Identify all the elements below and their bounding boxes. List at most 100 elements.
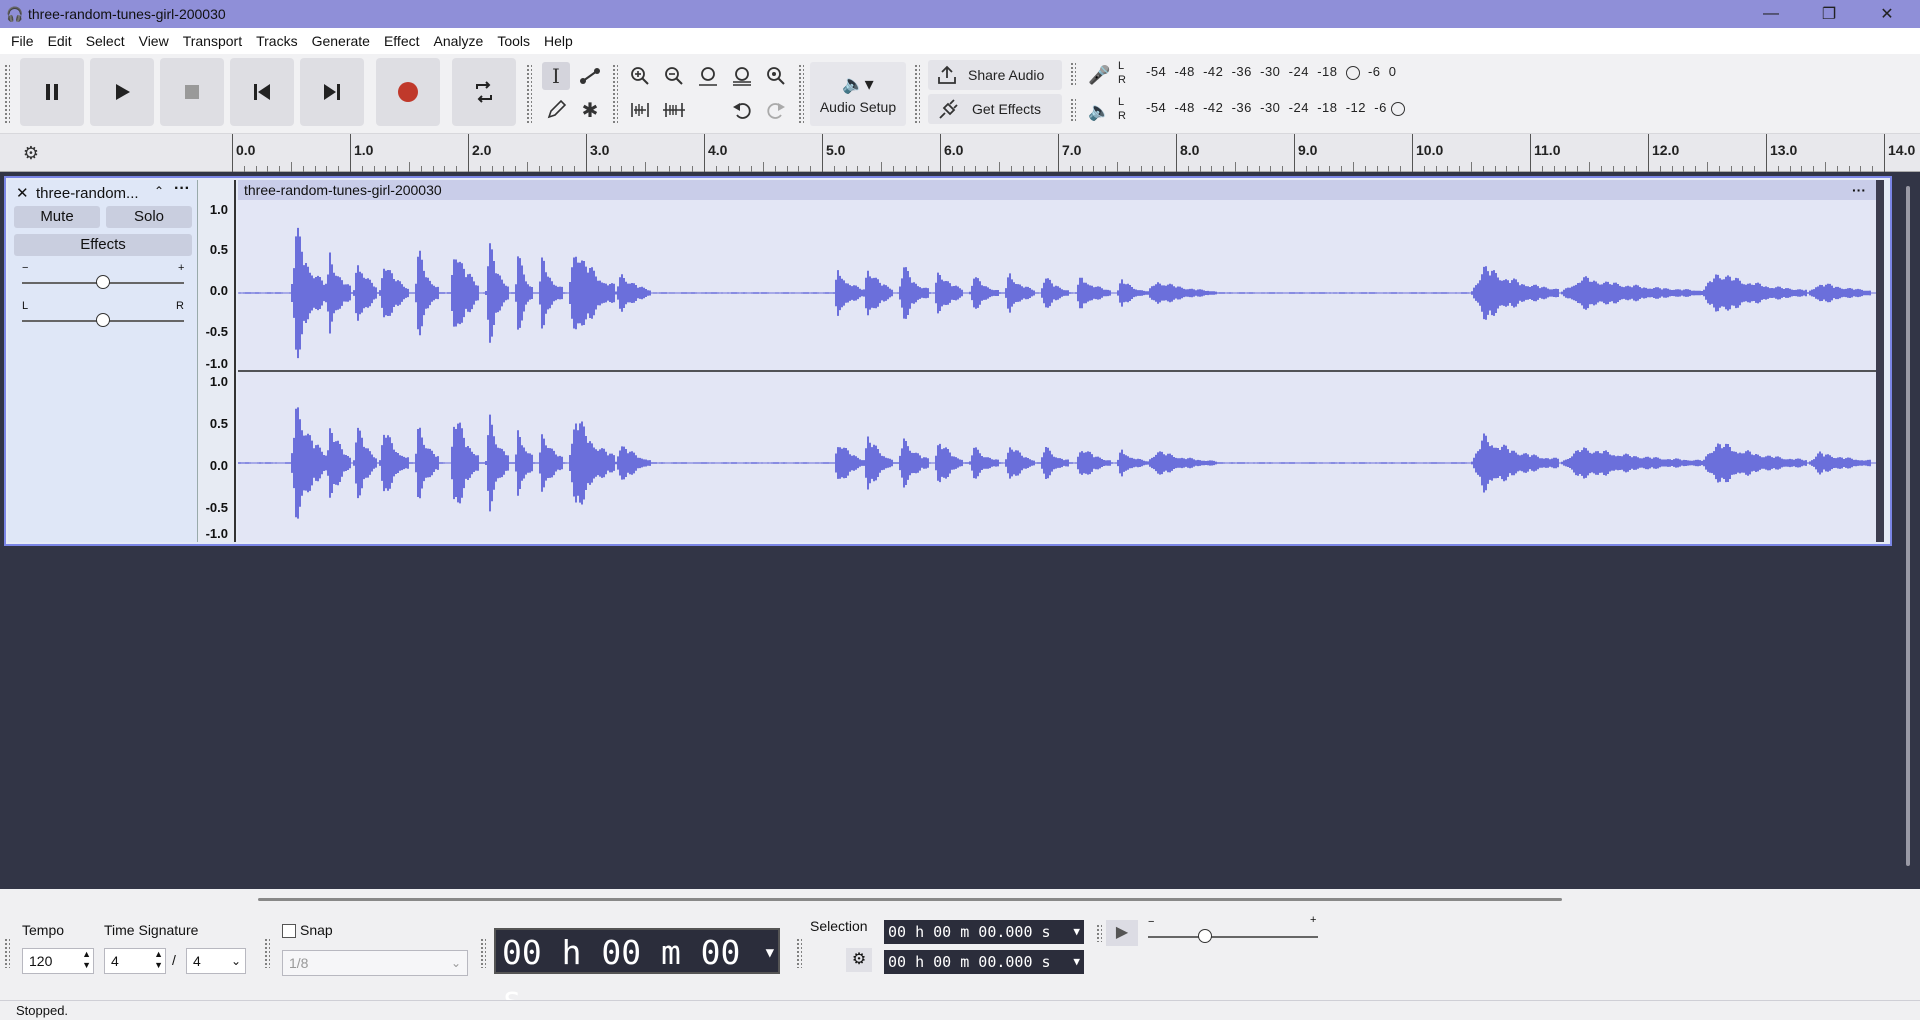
skip-to-end-button[interactable] — [300, 58, 364, 126]
undo-button[interactable] — [728, 96, 756, 124]
zoom-out-button[interactable] — [660, 62, 688, 90]
play-icon: ▶ — [1115, 924, 1129, 941]
selection-tool-button[interactable]: I — [542, 62, 570, 90]
silence-icon — [663, 103, 685, 117]
menu-tools[interactable]: Tools — [490, 28, 537, 54]
zoom-toggle-button[interactable] — [762, 62, 790, 90]
zoom-in-button[interactable] — [626, 62, 654, 90]
amplitude-tick: 1.0 — [209, 202, 228, 217]
selection-end-field[interactable]: 00 h 00 m 00.000 s ▼ — [884, 950, 1084, 974]
redo-button[interactable] — [762, 96, 790, 124]
menu-effect[interactable]: Effect — [377, 28, 427, 54]
play-speed-slider[interactable] — [1148, 936, 1318, 938]
toolbar-grip[interactable] — [1070, 62, 1076, 86]
ruler-minor-tick — [763, 162, 764, 172]
chevron-down-icon[interactable]: ▼ — [766, 930, 774, 976]
track-menu-icon[interactable]: ··· — [174, 180, 190, 198]
toolbar-grip[interactable] — [480, 938, 486, 968]
close-track-icon[interactable]: ✕ — [16, 184, 29, 202]
maximize-button[interactable]: ❐ — [1800, 0, 1858, 28]
meter-slider-knob[interactable] — [1390, 101, 1405, 116]
snap-checkbox[interactable] — [282, 924, 296, 938]
track-name[interactable]: three-random... — [36, 185, 139, 202]
ruler-tick-label: 10.0 — [1416, 142, 1444, 158]
meter-tick: -48 — [1174, 64, 1195, 79]
draw-tool-button[interactable] — [542, 96, 570, 124]
audio-setup-button[interactable]: 🔈▾ Audio Setup — [810, 62, 906, 126]
track-area[interactable]: ✕ three-random... ⌃ ··· Mute Solo Effect… — [0, 172, 1920, 889]
spin-arrows-icon[interactable]: ▲ ▼ — [154, 949, 163, 971]
ruler-minor-tick — [1235, 162, 1236, 172]
amplitude-tick: -0.5 — [205, 500, 228, 515]
toolbar-grip[interactable] — [796, 938, 802, 968]
menu-tracks[interactable]: Tracks — [249, 28, 304, 54]
tempo-input[interactable]: 120 ▲ ▼ — [22, 948, 94, 974]
zoom-toggle-icon — [767, 67, 785, 85]
loop-button[interactable] — [452, 58, 516, 126]
meter-slider-knob[interactable] — [1345, 65, 1360, 80]
pause-button[interactable] — [20, 58, 84, 126]
fit-project-button[interactable] — [728, 62, 756, 90]
toolbar-grip[interactable] — [1096, 924, 1102, 942]
snap-select[interactable]: 1/8 ⌄ — [282, 950, 468, 976]
selection-settings-button[interactable]: ⚙ — [846, 948, 872, 972]
toolbar-grip[interactable] — [526, 64, 532, 124]
timeline-ruler[interactable]: 0.0 1.0 2.0 3.0 4.0 5.0 6.0 7.0 8.0 9.0 10.0 11.0 12… — [232, 134, 1915, 172]
spin-arrows-icon[interactable]: ▲ ▼ — [82, 949, 91, 971]
toolbar-grip[interactable] — [1070, 98, 1076, 122]
menu-file[interactable]: File — [4, 28, 41, 54]
toolbar-grip[interactable] — [612, 64, 618, 124]
toolbar-grip[interactable] — [914, 64, 920, 124]
effects-button[interactable]: Effects — [14, 234, 192, 256]
play-at-speed-button[interactable]: ▶ — [1106, 920, 1138, 946]
clip-menu-icon[interactable]: ··· — [1852, 180, 1866, 200]
toolbar-grip[interactable] — [264, 938, 270, 968]
audio-clip[interactable]: three-random-tunes-girl-200030 ··· — [238, 180, 1884, 542]
menu-transport[interactable]: Transport — [176, 28, 249, 54]
amplitude-tick: -1.0 — [205, 526, 228, 541]
timeline-settings-button[interactable]: ⚙ — [20, 142, 42, 164]
toolbar-grip[interactable] — [4, 938, 10, 968]
toolbar-grip[interactable] — [798, 64, 804, 124]
collapse-track-icon[interactable]: ⌃ — [154, 184, 164, 198]
clip-header[interactable]: three-random-tunes-girl-200030 ··· — [238, 180, 1876, 200]
menu-edit[interactable]: Edit — [41, 28, 79, 54]
fit-selection-button[interactable] — [694, 62, 722, 90]
trim-audio-button[interactable] — [626, 96, 654, 124]
minimize-button[interactable]: — — [1742, 0, 1800, 28]
gain-slider-knob[interactable] — [96, 275, 110, 289]
waveform[interactable] — [238, 200, 1876, 542]
pan-slider-knob[interactable] — [96, 313, 110, 327]
menu-help[interactable]: Help — [537, 28, 580, 54]
envelope-tool-button[interactable] — [576, 62, 604, 90]
record-button[interactable] — [376, 58, 440, 126]
meter-tick: -36 — [1231, 64, 1252, 79]
menu-view[interactable]: View — [132, 28, 176, 54]
solo-button[interactable]: Solo — [106, 206, 192, 228]
ruler-minor-tick — [1589, 162, 1590, 172]
play-button[interactable] — [90, 58, 154, 126]
time-display[interactable]: 00 h 00 m 00 s ▼ — [494, 928, 780, 1018]
audio-track[interactable]: ✕ three-random... ⌃ ··· Mute Solo Effect… — [4, 176, 1892, 546]
horizontal-scrollbar-track[interactable] — [0, 889, 1920, 904]
toolbar-grip[interactable] — [4, 64, 10, 124]
menu-generate[interactable]: Generate — [305, 28, 377, 54]
stop-button[interactable] — [160, 58, 224, 126]
vertical-scrollbar[interactable] — [1906, 186, 1910, 866]
silence-audio-button[interactable] — [660, 96, 688, 124]
mute-button[interactable]: Mute — [14, 206, 100, 228]
play-speed-slider-knob[interactable] — [1198, 929, 1212, 943]
menu-analyze[interactable]: Analyze — [427, 28, 491, 54]
menu-select[interactable]: Select — [79, 28, 132, 54]
multi-tool-button[interactable]: ✱ — [576, 96, 604, 124]
skip-to-start-button[interactable] — [230, 58, 294, 126]
time-signature-numerator[interactable]: 4 ▲ ▼ — [104, 948, 166, 974]
get-effects-button[interactable]: Get Effects — [928, 94, 1062, 124]
chevron-down-icon[interactable]: ▼ — [1073, 950, 1080, 974]
horizontal-scrollbar-thumb[interactable] — [258, 898, 1562, 901]
close-button[interactable]: ✕ — [1858, 0, 1916, 28]
selection-start-field[interactable]: 00 h 00 m 00.000 s ▼ — [884, 920, 1084, 944]
chevron-down-icon[interactable]: ▼ — [1073, 920, 1080, 944]
time-signature-denominator[interactable]: 4 ⌄ — [186, 948, 246, 974]
share-audio-button[interactable]: Share Audio — [928, 60, 1062, 90]
